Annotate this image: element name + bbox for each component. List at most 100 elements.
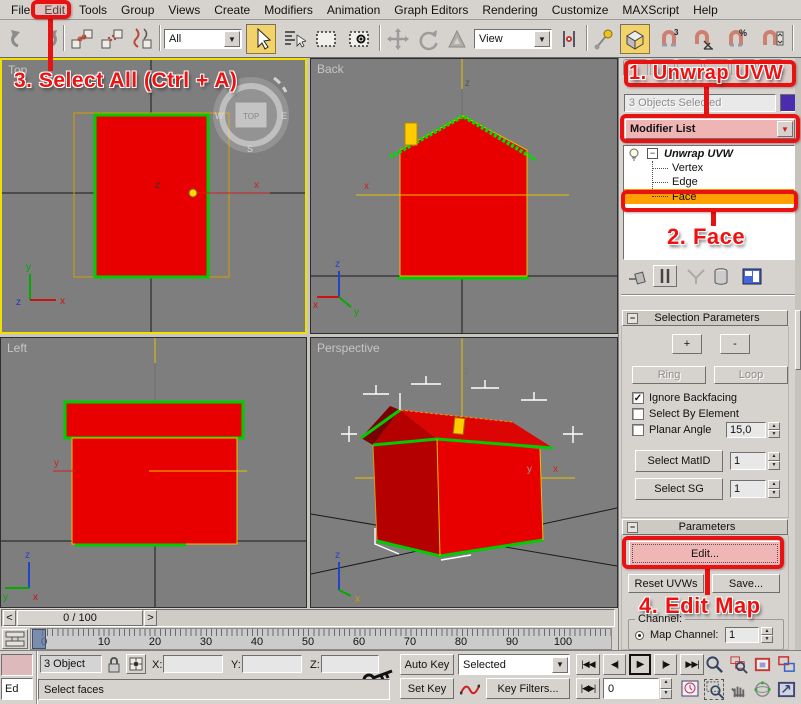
menu-animation[interactable]: Animation [320,1,387,19]
select-and-manipulate-icon[interactable] [590,24,616,54]
select-object-button[interactable] [246,24,276,54]
menu-tools[interactable]: Tools [72,1,114,19]
stack-row-edge[interactable]: Edge [624,175,794,189]
unlink-selection-icon[interactable] [98,24,126,54]
key-filters-button[interactable]: Key Filters... [486,678,570,699]
pan-button[interactable] [727,678,749,701]
snaps-toggle-button[interactable] [620,24,650,54]
open-mini-curve-editor-button[interactable] [2,629,28,649]
region-zoom-button[interactable] [703,678,725,701]
viewport-back-label[interactable]: Back [317,62,344,76]
x-coordinate-field[interactable] [163,655,223,673]
y-coordinate-field[interactable] [242,655,302,673]
matid-field[interactable]: 1 [730,452,766,470]
viewport-back[interactable]: Back x z z x y [310,58,618,334]
stack-modifier-name[interactable]: Unwrap UVW [664,148,733,160]
sg-field[interactable]: 1 [730,480,766,498]
ignore-backfacing-checkbox[interactable]: ✓ Ignore Backfacing [632,392,737,404]
select-matid-button[interactable]: Select MatID [635,450,723,472]
key-mode-dropdown[interactable]: Selected ▼ [458,654,570,675]
menu-views[interactable]: Views [161,1,207,19]
menu-customize[interactable]: Customize [545,1,616,19]
planar-angle-field[interactable]: 15,0 [726,422,766,438]
lightbulb-icon[interactable] [627,147,641,161]
planar-angle-checkbox[interactable]: Planar Angle [632,424,711,436]
grow-selection-button[interactable]: + [672,334,702,354]
matid-spinner[interactable]: ▲▼ [768,452,780,470]
track-bar-frame-handle[interactable] [32,629,46,649]
absolute-offset-toggle[interactable] [126,654,146,674]
percent-snap-icon[interactable]: % [722,24,752,54]
play-button[interactable]: ▶ [629,654,651,675]
menu-group[interactable]: Group [114,1,161,19]
rollout-parameters[interactable]: − Parameters [622,519,788,535]
select-by-element-checkbox[interactable]: Select By Element [632,408,739,420]
zoom-all-button[interactable] [727,653,749,676]
map-channel-field[interactable]: 1 [725,627,759,643]
loop-button[interactable]: Loop [714,366,788,384]
selection-filter-dropdown[interactable]: All ▼ [164,29,242,49]
menu-create[interactable]: Create [207,1,257,19]
show-end-result-button[interactable] [653,265,677,287]
menu-maxscript[interactable]: MAXScript [615,1,686,19]
pin-stack-icon[interactable] [627,267,649,287]
menu-modifiers[interactable]: Modifiers [257,1,320,19]
mini-listener-white[interactable]: Ed [1,678,33,700]
select-by-name-button[interactable] [280,24,308,54]
rectangular-selection-region-button[interactable] [312,24,340,54]
zoom-extents-all-button[interactable] [775,653,797,676]
arc-rotate-button[interactable] [751,678,773,701]
collapse-icon[interactable]: − [627,313,638,324]
snap-3d-icon[interactable]: 3 [654,24,684,54]
spinner-snap-icon[interactable] [756,24,788,54]
mini-listener-pink[interactable] [1,654,33,676]
undo-icon[interactable] [6,24,34,54]
save-uvws-button[interactable]: Save... [712,574,780,593]
ring-button[interactable]: Ring [632,366,706,384]
angle-snap-icon[interactable] [688,24,718,54]
frame-spinner[interactable]: ▲▼ [660,678,672,699]
viewport-left[interactable]: Left y z y x [0,337,307,608]
set-key-button[interactable]: Set Key [400,678,454,699]
viewport-left-label[interactable]: Left [7,341,27,355]
selection-lock-toggle[interactable] [106,656,122,673]
menu-rendering[interactable]: Rendering [475,1,544,19]
select-sg-button[interactable]: Select SG [635,478,723,500]
shrink-selection-button[interactable]: - [720,334,750,354]
map-channel-spinner[interactable]: ▲▼ [761,627,773,643]
time-slider-handle[interactable]: 0 / 100 [17,610,143,626]
next-frame-button[interactable]: |▶ [654,654,677,675]
mirror-button[interactable] [556,24,582,54]
reference-coordinate-dropdown[interactable]: View ▼ [474,29,552,49]
bind-to-space-warp-icon[interactable] [128,24,156,54]
configure-modifier-sets-icon[interactable] [741,267,763,287]
default-in-out-tangents-button[interactable] [458,678,482,699]
menu-help[interactable]: Help [686,1,725,19]
collapse-icon[interactable]: − [627,522,638,533]
go-to-start-button[interactable]: |◀◀ [576,654,600,675]
object-name-field[interactable]: 3 Objects Selected [624,94,776,112]
zoom-extents-button[interactable] [751,653,773,676]
select-and-scale-icon[interactable] [444,24,470,54]
panel-scrollbar-thumb[interactable] [795,310,801,370]
stack-row-vertex[interactable]: Vertex [624,161,794,175]
select-and-rotate-icon[interactable] [414,24,442,54]
window-crossing-button[interactable] [344,24,374,54]
rollout-selection-parameters[interactable]: − Selection Parameters [622,310,788,326]
make-unique-icon[interactable] [685,268,707,286]
viewport-perspective[interactable]: Perspective [310,337,618,608]
auto-key-button[interactable]: Auto Key [400,654,454,675]
collapse-icon[interactable]: − [647,148,658,159]
maximize-viewport-toggle[interactable] [775,678,797,701]
sg-spinner[interactable]: ▲▼ [768,480,780,498]
track-bar-ruler[interactable]: 0 10 20 30 40 50 60 70 80 90 100 [30,628,612,650]
previous-frame-button[interactable]: ◀| [603,654,626,675]
stack-row-unwrap[interactable]: − Unwrap UVW [624,146,794,161]
menu-graph-editors[interactable]: Graph Editors [387,1,475,19]
select-and-link-icon[interactable] [68,24,96,54]
time-configuration-button[interactable] [678,678,702,699]
select-and-move-icon[interactable] [384,24,412,54]
key-mode-toggle-button[interactable]: |◀▶| [576,678,600,699]
viewport-top[interactable]: Top z x TOP W E S [0,58,307,334]
go-to-end-button[interactable]: ▶▶| [680,654,704,675]
